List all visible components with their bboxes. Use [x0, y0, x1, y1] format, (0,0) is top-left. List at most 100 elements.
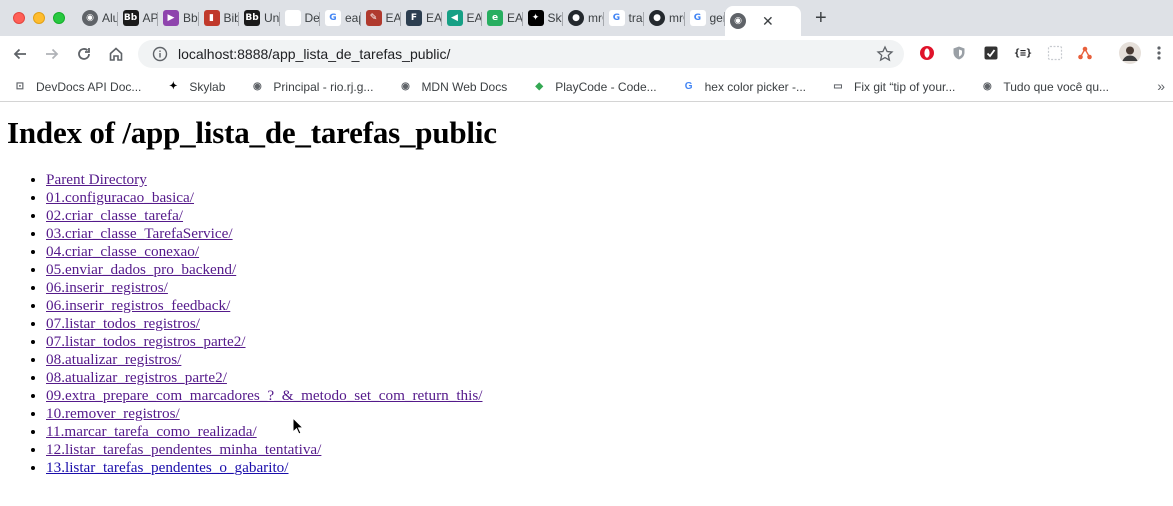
list-item: 08.atualizar_registros/ — [46, 351, 483, 369]
tab-title: ger — [709, 11, 726, 25]
tab-title: Uni — [264, 11, 280, 25]
arrow-icon: ◀ — [446, 10, 463, 26]
bookmarks-bar: ⊡ DevDocs API Doc... ✦ Skylab ◉ Principal - r… — [0, 72, 1173, 102]
directory-link[interactable]: 10.remover_registros/ — [46, 405, 180, 422]
list-item: 07.listar_todos_registros_parte2/ — [46, 333, 483, 351]
directory-link[interactable]: 02.criar_classe_tarefa/ — [46, 207, 183, 224]
new-tab-button[interactable]: + — [801, 0, 827, 36]
list-item: 08.atualizar_registros_parte2/ — [46, 369, 483, 387]
profile-avatar[interactable] — [1118, 41, 1142, 65]
tab[interactable]: ● mrC — [563, 4, 604, 32]
window-maximize-button[interactable] — [53, 12, 65, 24]
tab-title: mrC — [669, 11, 685, 25]
mouse-cursor-icon — [292, 417, 304, 435]
devdocs-icon: ⊡ — [15, 81, 25, 92]
bookmark-label: DevDocs API Doc... — [36, 79, 142, 94]
tab-title: eap — [345, 11, 361, 25]
reload-button[interactable] — [68, 38, 100, 70]
list-item: 09.extra_prepare_com_marcadores_?_&_meto… — [46, 387, 483, 405]
bookmark-item[interactable]: ✦ Skylab — [165, 79, 225, 95]
tab[interactable]: ▮ Bib — [199, 4, 240, 32]
tab[interactable]: F EAF — [401, 4, 442, 32]
directory-link[interactable]: 07.listar_todos_registros_parte2/ — [46, 333, 246, 350]
directory-link[interactable]: 08.atualizar_registros_parte2/ — [46, 369, 227, 386]
json-extension-icon[interactable]: {≡} — [1014, 44, 1032, 62]
directory-link[interactable]: 08.atualizar_registros/ — [46, 351, 181, 368]
tab[interactable]: ◀EAF — [442, 4, 482, 32]
menu-dots-icon[interactable] — [1150, 44, 1168, 62]
tab[interactable]: Gtrac — [604, 4, 644, 32]
grid-extension-icon[interactable] — [1046, 44, 1064, 62]
directory-link[interactable]: 05.enviar_dados_pro_backend/ — [46, 261, 236, 278]
bookmark-item[interactable]: ◉ Principal - rio.rj.g... — [249, 79, 373, 95]
tab[interactable]: ✎EAF — [361, 4, 401, 32]
github-icon: ● — [649, 10, 665, 26]
url-text[interactable]: localhost:8888/app_lista_de_tarefas_publ… — [178, 46, 450, 62]
directory-link[interactable]: 12.listar_tarefas_pendentes_minha_tentat… — [46, 441, 321, 458]
window-minimize-button[interactable] — [33, 12, 45, 24]
globe-icon: ◉ — [983, 81, 992, 92]
window-close-button[interactable] — [13, 12, 25, 24]
tab[interactable]: Geap — [320, 4, 361, 32]
directory-link[interactable]: 04.criar_classe_conexao/ — [46, 243, 199, 260]
tab[interactable]: ✦Sky — [523, 4, 563, 32]
home-button[interactable] — [100, 38, 132, 70]
directory-link[interactable]: 07.listar_todos_registros/ — [46, 315, 200, 332]
bookmark-label: MDN Web Docs — [421, 79, 508, 94]
google-icon: G — [325, 10, 341, 26]
directory-link[interactable]: 03.criar_classe_TarefaService/ — [46, 225, 233, 242]
tab[interactable]: ● mrC — [644, 4, 685, 32]
bookmark-item[interactable]: ◆ PlayCode - Code... — [531, 79, 656, 95]
directory-link[interactable]: 06.inserir_registros/ — [46, 279, 168, 296]
back-button[interactable] — [4, 38, 36, 70]
skylab-icon: ✦ — [169, 81, 178, 92]
list-item: 05.enviar_dados_pro_backend/ — [46, 261, 483, 279]
google-icon: G — [684, 81, 693, 92]
forward-button[interactable] — [36, 38, 68, 70]
bookmark-label: PlayCode - Code... — [555, 79, 657, 94]
directory-link[interactable]: 01.configuracao_basica/ — [46, 189, 194, 206]
directory-link[interactable]: 09.extra_prepare_com_marcadores_?_&_meto… — [46, 387, 483, 404]
list-item: 11.marcar_tarefa_como_realizada/ — [46, 423, 483, 441]
opera-extension-icon[interactable] — [918, 44, 936, 62]
directory-link[interactable]: 13.listar_tarefas_pendentes_o_gabarito/ — [46, 459, 289, 476]
todo-extension-icon[interactable] — [982, 44, 1000, 62]
window-controls — [0, 0, 77, 36]
directory-listing: Parent Directory01.configuracao_basica/0… — [46, 171, 483, 477]
page-title: Index of /app_lista_de_tarefas_public — [7, 115, 497, 150]
network-extension-icon[interactable] — [1076, 44, 1094, 62]
parent-directory-link[interactable]: Parent Directory — [46, 171, 147, 188]
tab[interactable]: BbAPS — [118, 4, 158, 32]
tab-active[interactable]: ◉ ✕ — [725, 6, 801, 36]
bookmark-star-icon[interactable] — [876, 45, 894, 63]
home-icon — [109, 47, 123, 61]
tab-close-icon[interactable]: ✕ — [762, 13, 774, 30]
bookmark-label: Fix git “tip of your... — [854, 79, 956, 94]
back-arrow-icon — [13, 48, 26, 60]
tab[interactable]: ◉ Alur — [77, 4, 118, 32]
tab[interactable]: e EAF — [482, 4, 523, 32]
shield-extension-icon[interactable] — [950, 44, 968, 62]
tab-title: Bib — [223, 11, 240, 25]
directory-link[interactable]: 11.marcar_tarefa_como_realizada/ — [46, 423, 257, 440]
bookmarks-overflow-button[interactable]: » — [1157, 78, 1165, 94]
list-item: 04.criar_classe_conexao/ — [46, 243, 483, 261]
bookmark-item[interactable]: ◉ MDN Web Docs — [397, 79, 507, 95]
skylab-icon: ✦ — [527, 10, 544, 26]
tab[interactable]: Bb Uni — [239, 4, 280, 32]
blank-icon — [284, 10, 301, 26]
tab[interactable]: Gger — [685, 4, 726, 32]
list-item: 10.remover_registros/ — [46, 405, 483, 423]
list-item: 02.criar_classe_tarefa/ — [46, 207, 483, 225]
info-icon[interactable] — [152, 46, 168, 62]
tab[interactable]: Def — [280, 4, 320, 32]
google-icon: G — [689, 10, 706, 26]
tab[interactable]: ▶ Bb — [158, 4, 199, 32]
address-bar[interactable]: localhost:8888/app_lista_de_tarefas_publ… — [138, 40, 904, 68]
bookmark-item[interactable]: ⊡ DevDocs API Doc... — [12, 79, 142, 95]
bookmark-item[interactable]: ▭ Fix git “tip of your... — [830, 79, 955, 95]
fmu-icon: F — [406, 10, 422, 26]
directory-link[interactable]: 06.inserir_registros_feedback/ — [46, 297, 230, 314]
bookmark-item[interactable]: ◉ Tudo que você qu... — [979, 79, 1109, 95]
bookmark-item[interactable]: Ghex color picker -... — [681, 79, 806, 95]
